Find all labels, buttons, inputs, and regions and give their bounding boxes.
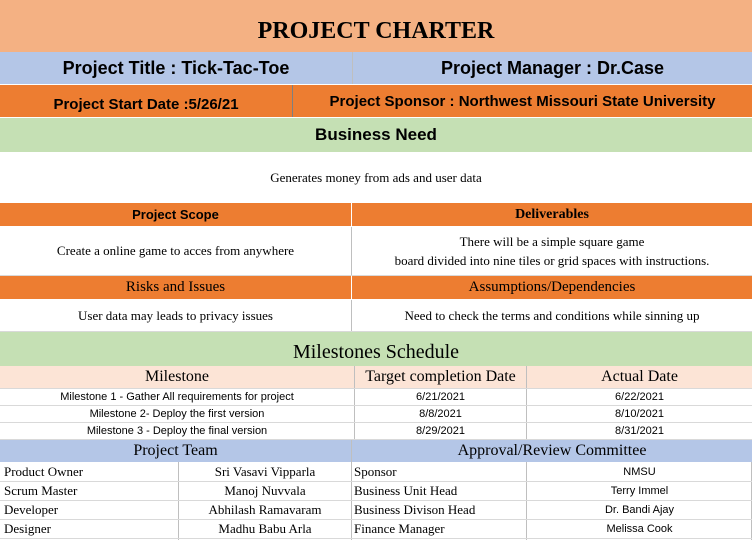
divider xyxy=(0,331,752,332)
team-member-4: Madhu Babu Arla xyxy=(218,520,312,536)
milestone-3-name: Milestone 3 - Deploy the final version xyxy=(86,424,268,437)
project-title: Project Title : Tick-Tac-Toe xyxy=(0,52,352,84)
project-scope-heading: Project Scope xyxy=(0,203,351,226)
team-role-1: Product Owner xyxy=(4,463,84,479)
assumptions-heading: Assumptions/Dependencies xyxy=(352,276,752,299)
team-member-1: Sri Vasavi Vipparla xyxy=(214,463,316,479)
business-need-text: Generates money from ads and user data xyxy=(270,169,482,185)
project-start-date: Project Start Date :5/26/21 xyxy=(0,85,292,117)
committee-role-2: Business Unit Head xyxy=(354,482,458,498)
milestone-1-actual: 6/22/2021 xyxy=(615,391,664,403)
divider xyxy=(0,500,752,501)
deliverables-text: There will be a simple square game board… xyxy=(352,227,752,275)
divider xyxy=(526,366,527,440)
business-need-heading: Business Need xyxy=(0,118,752,152)
divider xyxy=(0,84,752,85)
divider xyxy=(0,538,752,539)
divider xyxy=(0,405,752,406)
divider xyxy=(0,422,752,423)
actual-date-col-header: Actual Date xyxy=(527,366,752,388)
milestone-1-name: Milestone 1 - Gather All requirements fo… xyxy=(60,391,294,403)
team-role-4: Designer xyxy=(4,520,51,536)
team-role-3: Developer xyxy=(4,501,59,517)
deliverables-line-2: board divided into nine tiles or grid sp… xyxy=(394,253,710,268)
risks-text: User data may leads to privacy issues xyxy=(78,307,273,323)
milestones-heading: Milestones Schedule xyxy=(0,332,752,366)
team-role-2: Scrum Master xyxy=(4,482,78,498)
divider xyxy=(0,299,752,300)
committee-member-3: Dr. Bandi Ajay xyxy=(604,503,675,516)
milestone-col-header: Milestone xyxy=(0,366,354,388)
divider xyxy=(351,300,352,331)
divider xyxy=(0,481,752,482)
milestone-2-target: 8/8/2021 xyxy=(419,407,462,420)
committee-heading: Approval/Review Committee xyxy=(352,440,752,462)
committee-member-4: Melissa Cook xyxy=(606,522,673,535)
divider xyxy=(526,462,527,540)
project-sponsor: Project Sponsor : Northwest Missouri Sta… xyxy=(293,85,752,117)
divider xyxy=(0,388,752,389)
project-team-heading: Project Team xyxy=(0,440,351,462)
target-date-col-header: Target completion Date xyxy=(355,366,526,388)
divider xyxy=(292,85,293,117)
milestone-1-target: 6/21/2021 xyxy=(416,391,465,403)
team-member-2: Manoj Nuvvala xyxy=(224,482,306,498)
deliverables-line-1: There will be a simple square game xyxy=(459,234,645,249)
committee-role-3: Business Divison Head xyxy=(354,501,476,517)
committee-member-1: NMSU xyxy=(623,465,656,478)
risks-heading: Risks and Issues xyxy=(0,276,351,299)
milestone-3-actual: 8/31/2021 xyxy=(615,424,664,437)
milestone-2-actual: 8/10/2021 xyxy=(615,407,664,420)
committee-member-2: Terry Immel xyxy=(610,484,669,497)
divider xyxy=(0,519,752,520)
team-member-3: Abhilash Ramavaram xyxy=(208,501,322,517)
project-manager: Project Manager : Dr.Case xyxy=(353,52,752,84)
milestone-2-name: Milestone 2- Deploy the first version xyxy=(89,407,265,420)
divider xyxy=(0,117,752,118)
divider xyxy=(0,275,752,276)
charter-title: PROJECT CHARTER xyxy=(0,0,752,52)
divider xyxy=(0,439,752,440)
divider xyxy=(352,52,353,84)
deliverables-heading: Deliverables xyxy=(352,203,752,226)
divider xyxy=(0,226,752,227)
divider xyxy=(351,227,352,275)
committee-role-1: Sponsor xyxy=(354,463,397,479)
divider xyxy=(354,366,355,440)
milestone-3-target: 8/29/2021 xyxy=(416,424,465,437)
divider xyxy=(178,462,179,540)
committee-role-4: Finance Manager xyxy=(354,520,445,536)
divider xyxy=(351,440,352,540)
project-scope-text: Create a online game to acces from anywh… xyxy=(56,243,295,258)
assumptions-text: Need to check the terms and conditions w… xyxy=(404,307,700,323)
project-charter-sheet: PROJECT CHARTER Project Title : Tick-Tac… xyxy=(0,0,752,540)
